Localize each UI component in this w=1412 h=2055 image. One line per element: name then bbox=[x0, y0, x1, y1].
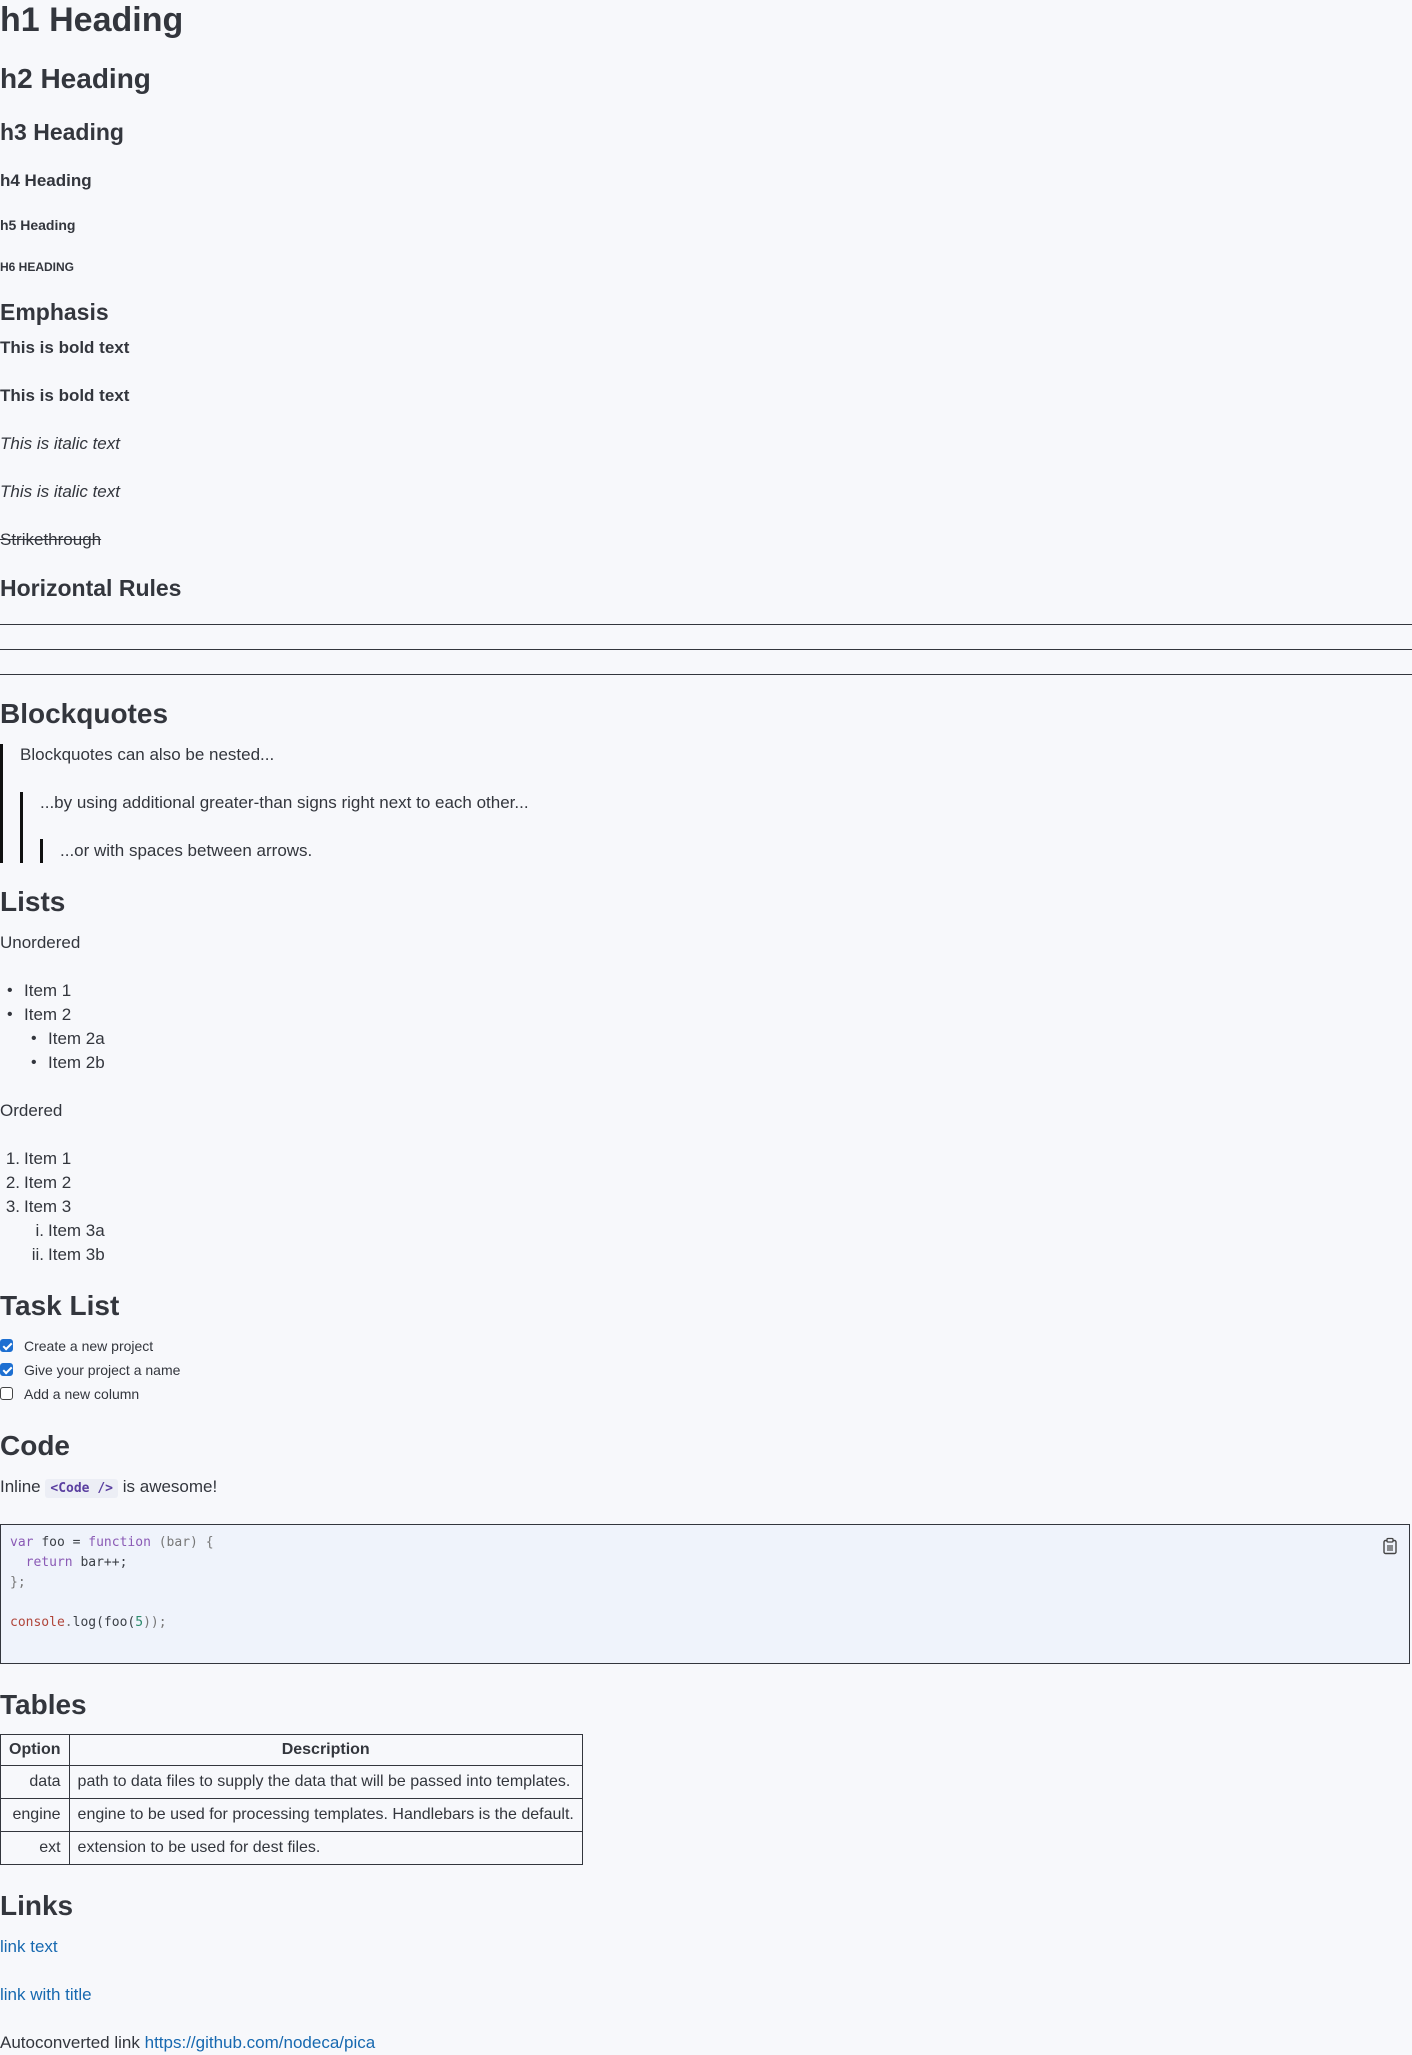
h5-heading: h5 Heading bbox=[0, 217, 76, 233]
code-punctuation: )); bbox=[143, 1615, 167, 1630]
tables-heading: Tables bbox=[0, 1689, 87, 1720]
blockquote-text: ...or with spaces between arrows. bbox=[60, 841, 313, 860]
autoconverted-label: Autoconverted link bbox=[0, 2033, 140, 2052]
list-item: Item 3 bbox=[24, 1197, 72, 1216]
list-marker: 2. bbox=[5, 1173, 20, 1192]
list-item: Item 2 bbox=[7, 1004, 71, 1026]
links-heading: Links bbox=[0, 1890, 74, 1921]
table-row: data path to data files to supply the da… bbox=[0, 1765, 583, 1799]
h4-heading: h4 Heading bbox=[0, 171, 92, 190]
code-line: console.log(foo(5)); bbox=[10, 1613, 167, 1633]
horizontal-rule bbox=[0, 674, 1412, 675]
checkbox-checked[interactable] bbox=[0, 1363, 13, 1376]
task-label: Add a new column bbox=[24, 1386, 140, 1402]
table-row: engine engine to be used for processing … bbox=[0, 1798, 583, 1832]
options-table: Option Description data path to data fil… bbox=[0, 1734, 583, 1865]
list-item: Item 2 bbox=[24, 1173, 72, 1192]
table-cell: data bbox=[0, 1765, 70, 1799]
list-marker: ii. bbox=[31, 1245, 44, 1264]
code-identifier: foo bbox=[41, 1535, 65, 1550]
bold-text: This is bold text bbox=[0, 386, 130, 405]
code-number: 5 bbox=[135, 1615, 144, 1630]
autoconverted-link-paragraph: Autoconverted link https://github.com/no… bbox=[0, 2032, 375, 2054]
table-cell: path to data files to supply the data th… bbox=[68, 1765, 583, 1799]
inline-code-paragraph: Inline <Code /> is awesome! bbox=[0, 1476, 217, 1500]
h1-heading: h1 Heading bbox=[0, 1, 184, 39]
checkbox-unchecked[interactable] bbox=[0, 1387, 13, 1400]
horizontal-rules-heading: Horizontal Rules bbox=[0, 575, 182, 601]
code-identifier: log(foo( bbox=[72, 1615, 136, 1630]
table-header-row: Option Description bbox=[0, 1734, 583, 1766]
lists-heading: Lists bbox=[0, 886, 66, 917]
autoconverted-link[interactable]: https://github.com/nodeca/pica bbox=[145, 2033, 376, 2052]
inline-text: Inline bbox=[0, 1477, 41, 1496]
code-object: console bbox=[10, 1615, 65, 1630]
list-marker: 1. bbox=[5, 1149, 20, 1168]
table-cell: engine bbox=[0, 1798, 70, 1832]
emphasis-heading: Emphasis bbox=[0, 299, 109, 325]
code-heading: Code bbox=[0, 1430, 70, 1461]
link-with-title[interactable]: link with title bbox=[0, 1985, 92, 2004]
table-header: Option bbox=[0, 1734, 70, 1766]
code-punctuation: . bbox=[64, 1615, 73, 1630]
checkbox-checked[interactable] bbox=[0, 1339, 13, 1352]
ordered-label: Ordered bbox=[0, 1101, 63, 1120]
list-item: Item 2a bbox=[31, 1028, 105, 1050]
task-label: Create a new project bbox=[24, 1338, 154, 1354]
list-marker: i. bbox=[35, 1221, 45, 1240]
list-item: Item 1 bbox=[7, 980, 71, 1002]
table-cell: extension to be used for dest files. bbox=[68, 1831, 583, 1865]
list-marker: 3. bbox=[5, 1197, 20, 1216]
task-list-heading: Task List bbox=[0, 1290, 120, 1321]
code-keyword: function bbox=[88, 1535, 151, 1550]
blockquote-text: Blockquotes can also be nested... bbox=[20, 745, 275, 764]
inline-code: <Code /> bbox=[45, 1479, 118, 1498]
code-line: var foo = function (bar) { bbox=[10, 1533, 214, 1553]
h3-heading: h3 Heading bbox=[0, 119, 124, 145]
strikethrough-text: Strikethrough bbox=[0, 530, 102, 549]
blockquote-text: ...by using additional greater-than sign… bbox=[40, 793, 529, 812]
code-punctuation: (bar) { bbox=[158, 1535, 214, 1550]
table-cell: engine to be used for processing templat… bbox=[68, 1798, 583, 1832]
link-paragraph: link with title bbox=[0, 1984, 92, 2006]
bold-text: This is bold text bbox=[0, 338, 130, 357]
code-line: return bar++; bbox=[10, 1553, 128, 1573]
list-item: Item 3b bbox=[48, 1245, 105, 1264]
italic-text: This is italic text bbox=[0, 434, 120, 453]
table-cell: ext bbox=[0, 1831, 70, 1865]
code-line: }; bbox=[10, 1575, 26, 1590]
link-text[interactable]: link text bbox=[0, 1937, 58, 1956]
blockquotes-heading: Blockquotes bbox=[0, 698, 169, 729]
inline-text: is awesome! bbox=[122, 1477, 218, 1496]
code-block[interactable]: var foo = function (bar) { return bar++;… bbox=[0, 1524, 1410, 1664]
table-header: Description bbox=[68, 1734, 583, 1766]
code-operator: = bbox=[72, 1535, 81, 1550]
code-identifier: bar++; bbox=[80, 1555, 128, 1570]
horizontal-rule bbox=[0, 624, 1412, 625]
table-row: ext extension to be used for dest files. bbox=[0, 1831, 583, 1865]
code-keyword: return bbox=[25, 1555, 73, 1570]
italic-text: This is italic text bbox=[0, 482, 120, 501]
link-paragraph: link text bbox=[0, 1936, 58, 1958]
list-item: Item 1 bbox=[24, 1149, 72, 1168]
list-item: Item 2b bbox=[31, 1052, 105, 1074]
h6-heading: h6 Heading bbox=[0, 260, 75, 274]
list-item: Item 3a bbox=[48, 1221, 105, 1240]
clipboard-icon[interactable] bbox=[1381, 1537, 1399, 1555]
h2-heading: h2 Heading bbox=[0, 63, 151, 94]
horizontal-rule bbox=[0, 649, 1412, 650]
code-keyword: var bbox=[10, 1535, 34, 1550]
task-label: Give your project a name bbox=[24, 1362, 181, 1378]
unordered-label: Unordered bbox=[0, 933, 81, 952]
